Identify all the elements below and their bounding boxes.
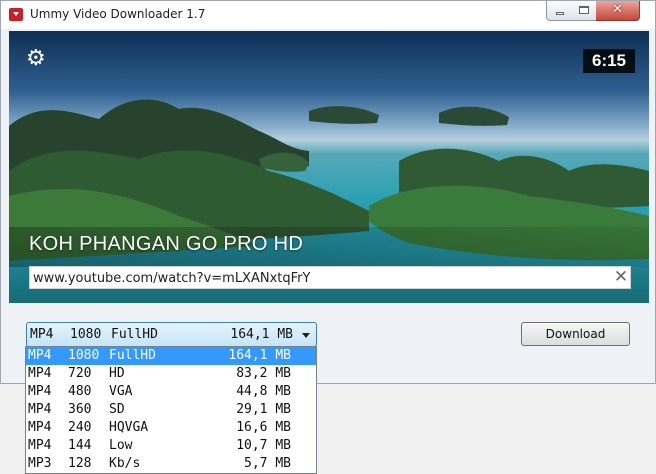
- clear-url-icon[interactable]: ✕: [612, 267, 630, 288]
- option-size: 44,8 MB: [236, 384, 291, 399]
- close-icon: ✕: [612, 2, 623, 17]
- app-logo-icon: [9, 8, 23, 21]
- option-resolution: 240: [68, 420, 92, 435]
- option-resolution: 480: [68, 384, 92, 399]
- window-title: Ummy Video Downloader 1.7: [30, 7, 206, 21]
- option-size: 29,1 MB: [236, 402, 291, 417]
- chevron-down-icon[interactable]: [302, 333, 310, 338]
- download-button[interactable]: Download: [521, 322, 630, 346]
- format-dropdown-list: MP4 1080 FullHD 164,1 MB MP4 720 HD 83,2…: [25, 346, 317, 474]
- selected-resolution: 1080: [70, 327, 102, 342]
- minimize-button[interactable]: [546, 1, 572, 21]
- format-option[interactable]: MP4 144 Low 10,7 MB: [26, 437, 316, 455]
- option-container: MP4: [28, 366, 52, 381]
- format-option[interactable]: MP4 240 HQVGA 16,6 MB: [26, 419, 316, 437]
- option-resolution: 144: [68, 438, 92, 453]
- option-container: MP4: [28, 420, 52, 435]
- format-option[interactable]: MP3 128 Kb/s 5,7 MB: [26, 455, 316, 473]
- option-quality: Kb/s: [109, 456, 141, 471]
- option-size: 10,7 MB: [236, 438, 291, 453]
- option-container: MP4: [28, 402, 52, 417]
- video-preview: ⚙ 6:15 KOH PHANGAN GO PRO HD www.youtube…: [9, 31, 649, 303]
- option-quality: HD: [109, 366, 125, 381]
- maximize-icon: [579, 6, 589, 14]
- selected-quality: FullHD: [111, 327, 158, 342]
- option-quality: FullHD: [109, 348, 156, 363]
- url-input[interactable]: www.youtube.com/watch?v=mLXANxtqFrY ✕: [29, 266, 631, 289]
- url-value: www.youtube.com/watch?v=mLXANxtqFrY: [33, 271, 311, 286]
- option-size: 16,6 MB: [236, 420, 291, 435]
- option-resolution: 1080: [68, 348, 100, 363]
- option-resolution: 720: [68, 366, 92, 381]
- minimize-icon: [556, 12, 564, 15]
- option-size: 83,2 MB: [236, 366, 291, 381]
- maximize-button[interactable]: [571, 1, 597, 21]
- option-quality: SD: [109, 402, 125, 417]
- option-size: 164,1 MB: [228, 348, 291, 363]
- format-option[interactable]: MP4 480 VGA 44,8 MB: [26, 383, 316, 401]
- title-bar[interactable]: Ummy Video Downloader 1.7 ✕: [1, 1, 655, 29]
- gear-icon[interactable]: ⚙: [26, 48, 48, 70]
- option-quality: HQVGA: [109, 420, 149, 435]
- video-duration: 6:15: [583, 49, 635, 73]
- format-option[interactable]: MP4 720 HD 83,2 MB: [26, 365, 316, 383]
- option-container: MP4: [28, 348, 52, 363]
- close-button[interactable]: ✕: [596, 1, 640, 21]
- option-resolution: 360: [68, 402, 92, 417]
- option-resolution: 128: [68, 456, 92, 471]
- option-container: MP3: [28, 456, 52, 471]
- format-select[interactable]: MP4 1080 FullHD 164,1 MB: [26, 322, 317, 347]
- option-size: 5,7 MB: [244, 456, 291, 471]
- format-option[interactable]: MP4 360 SD 29,1 MB: [26, 401, 316, 419]
- app-window: Ummy Video Downloader 1.7 ✕ ⚙ 6:15 KOH P…: [0, 0, 656, 384]
- option-container: MP4: [28, 438, 52, 453]
- option-quality: Low: [109, 438, 133, 453]
- option-container: MP4: [28, 384, 52, 399]
- selected-size: 164,1 MB: [230, 327, 293, 342]
- option-quality: VGA: [109, 384, 133, 399]
- format-option[interactable]: MP4 1080 FullHD 164,1 MB: [26, 347, 316, 365]
- video-title: KOH PHANGAN GO PRO HD: [29, 233, 304, 255]
- selected-container: MP4: [30, 327, 54, 342]
